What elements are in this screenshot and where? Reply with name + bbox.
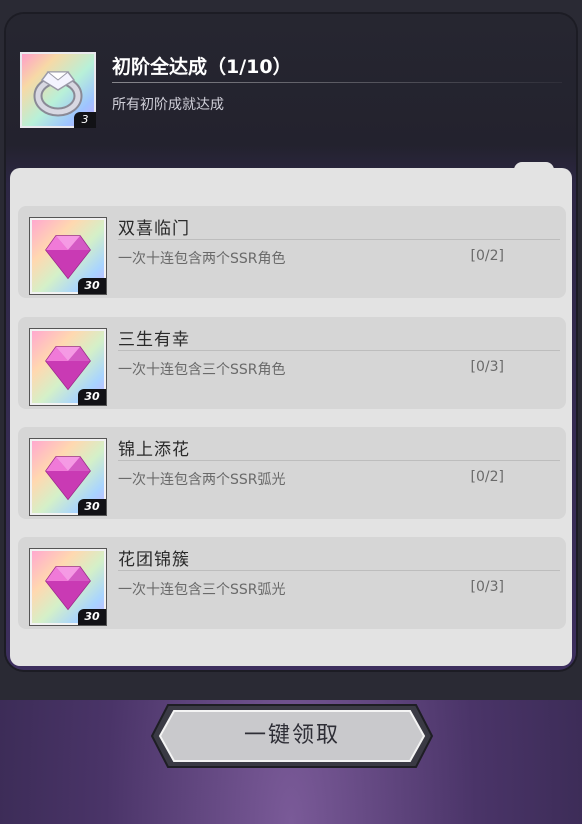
item-progress: [0/3] xyxy=(470,359,504,375)
panel-tab xyxy=(514,162,554,176)
item-description: 一次十连包含两个SSR弧光 xyxy=(118,472,286,488)
list-item[interactable]: 30 三生有幸 一次十连包含三个SSR角色 [0/3] xyxy=(18,317,566,409)
achievement-header: 3 初阶全达成（1/10） 所有初阶成就达成 xyxy=(16,44,566,144)
item-title: 锦上添花 xyxy=(118,440,190,460)
item-title: 花团锦簇 xyxy=(118,550,190,570)
item-description: 一次十连包含三个SSR弧光 xyxy=(118,582,286,598)
reward-count-badge: 30 xyxy=(78,278,106,294)
item-progress: [0/2] xyxy=(470,248,504,264)
achievement-title: 初阶全达成（1/10） xyxy=(112,56,292,78)
list-item[interactable]: 30 花团锦簇 一次十连包含三个SSR弧光 [0/3] xyxy=(18,537,566,629)
item-title: 双喜临门 xyxy=(118,219,190,239)
ring-reward-frame[interactable]: 3 xyxy=(20,52,96,128)
reward-count-badge: 3 xyxy=(74,112,96,128)
item-progress: [0/3] xyxy=(470,579,504,595)
gem-reward-frame[interactable]: 30 xyxy=(29,328,107,406)
divider xyxy=(118,239,560,240)
divider xyxy=(112,82,562,83)
claim-all-button[interactable]: 一键领取 xyxy=(150,703,434,769)
list-item[interactable]: 30 锦上添花 一次十连包含两个SSR弧光 [0/2] xyxy=(18,427,566,519)
gem-reward-frame[interactable]: 30 xyxy=(29,548,107,626)
item-description: 一次十连包含两个SSR角色 xyxy=(118,251,286,267)
item-progress: [0/2] xyxy=(470,469,504,485)
item-title: 三生有幸 xyxy=(118,330,190,350)
reward-count-badge: 30 xyxy=(78,609,106,625)
achievement-subtitle: 所有初阶成就达成 xyxy=(112,97,224,113)
list-item[interactable]: 30 双喜临门 一次十连包含两个SSR角色 [0/2] xyxy=(18,206,566,298)
achievement-list[interactable]: 30 双喜临门 一次十连包含两个SSR角色 [0/2] 30 三生有幸 一次十连… xyxy=(10,162,572,666)
item-description: 一次十连包含三个SSR角色 xyxy=(118,362,286,378)
divider xyxy=(118,350,560,351)
claim-all-label: 一键领取 xyxy=(243,723,340,748)
reward-count-badge: 30 xyxy=(78,389,106,405)
gem-reward-frame[interactable]: 30 xyxy=(29,438,107,516)
gem-reward-frame[interactable]: 30 xyxy=(29,217,107,295)
divider xyxy=(118,460,560,461)
reward-count-badge: 30 xyxy=(78,499,106,515)
divider xyxy=(118,570,560,571)
